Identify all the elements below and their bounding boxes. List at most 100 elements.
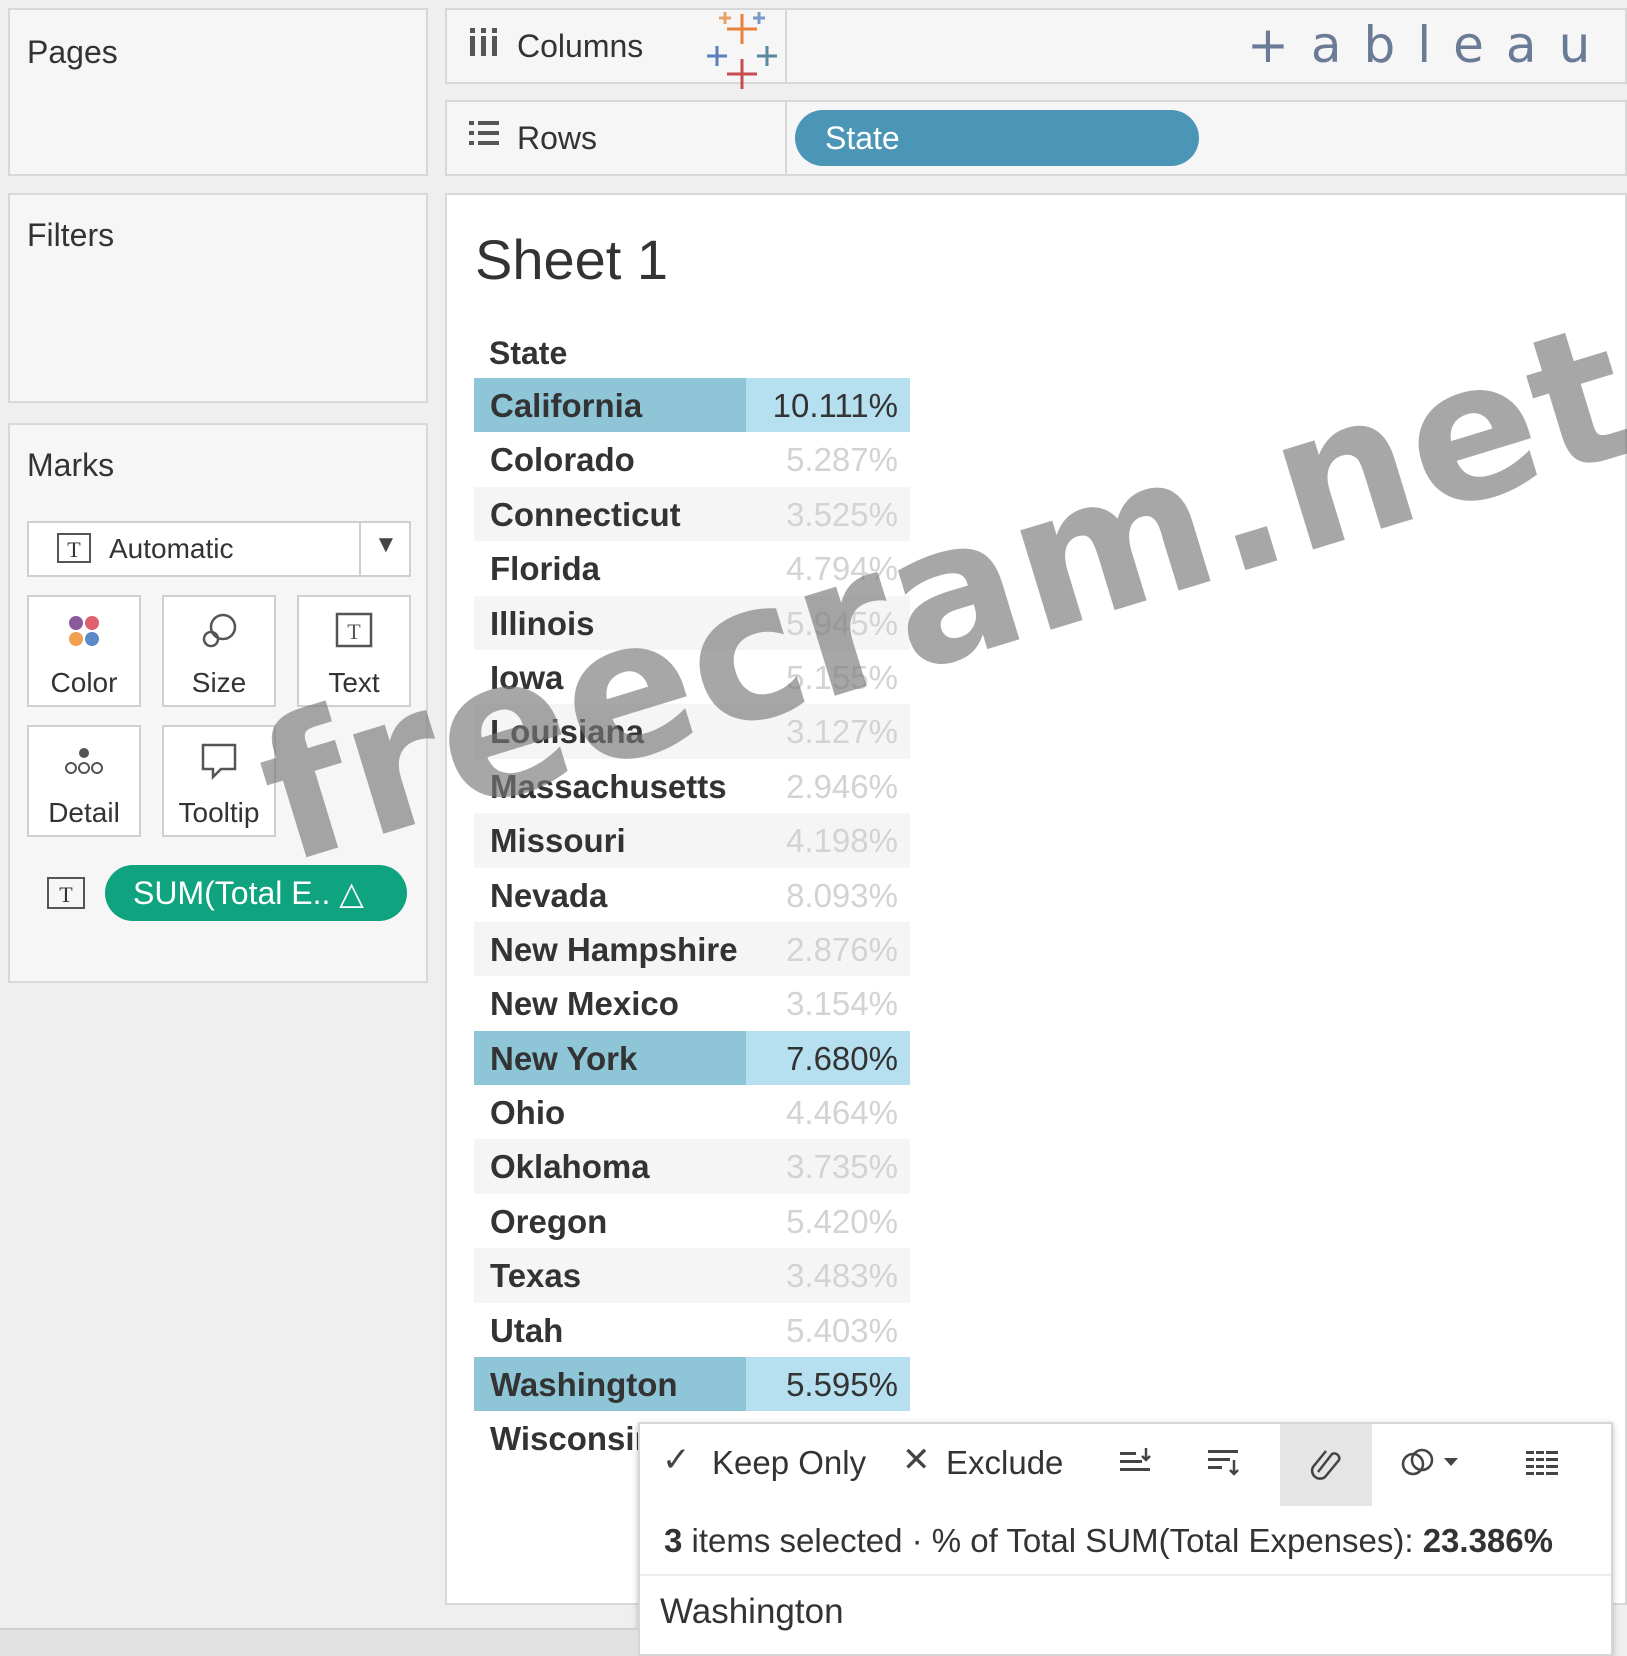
tooltip-hover-name: Washington bbox=[660, 1592, 844, 1631]
state-name-cell[interactable]: Oregon bbox=[490, 1203, 607, 1241]
percent-value-cell[interactable]: 4.198% bbox=[786, 822, 898, 860]
marks-title: Marks bbox=[27, 447, 115, 483]
view-data-icon[interactable] bbox=[1524, 1448, 1560, 1487]
table-row[interactable]: Missouri 4.198% bbox=[474, 813, 910, 868]
percent-value-cell[interactable]: 5.420% bbox=[786, 1203, 898, 1241]
state-name-cell[interactable]: Connecticut bbox=[490, 496, 681, 534]
percent-value-cell[interactable]: 5.287% bbox=[786, 441, 898, 479]
percent-value-cell[interactable]: 3.735% bbox=[786, 1148, 898, 1186]
percent-value-cell[interactable]: 10.111% bbox=[773, 387, 898, 425]
percent-value-cell[interactable]: 3.127% bbox=[786, 713, 898, 751]
table-row[interactable]: Florida 4.794% bbox=[474, 541, 910, 596]
exclude-button[interactable]: Exclude bbox=[946, 1444, 1063, 1482]
percent-value-cell[interactable]: 2.876% bbox=[786, 931, 898, 969]
state-name-cell[interactable]: New Mexico bbox=[490, 985, 679, 1023]
table-row[interactable]: Ohio 4.464% bbox=[474, 1085, 910, 1140]
selected-count: 3 bbox=[664, 1522, 683, 1559]
state-name-cell[interactable]: New Hampshire bbox=[490, 931, 738, 969]
pages-title: Pages bbox=[27, 34, 118, 70]
rows-shelf[interactable]: Rows State bbox=[445, 100, 1627, 176]
table-row[interactable]: Massachusetts 2.946% bbox=[474, 758, 910, 814]
percent-value-cell[interactable]: 7.680% bbox=[786, 1040, 898, 1078]
tooltip-label: Tooltip bbox=[178, 797, 260, 828]
table-row[interactable]: Connecticut 3.525% bbox=[474, 486, 910, 542]
size-icon bbox=[164, 611, 274, 651]
table-row[interactable]: Oregon 5.420% bbox=[474, 1193, 910, 1249]
set-icon[interactable] bbox=[1400, 1446, 1470, 1489]
percent-value-cell[interactable]: 3.154% bbox=[786, 985, 898, 1023]
table-row[interactable]: Oklahoma 3.735% bbox=[474, 1139, 910, 1194]
percent-value-cell[interactable]: 5.155% bbox=[786, 659, 898, 697]
measure-pill[interactable]: SUM(Total E.. △ bbox=[105, 865, 407, 921]
columns-icon bbox=[467, 24, 501, 68]
percent-value-cell[interactable]: 5.595% bbox=[786, 1366, 898, 1404]
state-name-cell[interactable]: Illinois bbox=[490, 605, 595, 643]
tooltip-toolbar: ✓ Keep Only ✕ Exclude bbox=[640, 1424, 1611, 1510]
percent-value-cell[interactable]: 8.093% bbox=[786, 877, 898, 915]
paperclip-icon[interactable] bbox=[1308, 1446, 1344, 1489]
table-row[interactable]: Nevada 8.093% bbox=[474, 867, 910, 922]
state-name-cell[interactable]: Texas bbox=[490, 1257, 581, 1295]
rows-shelf-label: Rows bbox=[447, 102, 787, 174]
sheet-view[interactable]: Sheet 1 State California 10.111% Colorado 5… bbox=[445, 193, 1627, 1605]
table-row[interactable]: California 10.111% bbox=[474, 378, 910, 433]
sort-descending-icon[interactable] bbox=[1206, 1446, 1242, 1487]
text-button[interactable]: T Text bbox=[297, 595, 411, 707]
state-name-cell[interactable]: Iowa bbox=[490, 659, 563, 697]
table-row[interactable]: Washington 5.595% bbox=[474, 1357, 910, 1412]
table-row[interactable]: New Mexico 3.154% bbox=[474, 976, 910, 1031]
state-name-cell[interactable]: California bbox=[490, 387, 642, 425]
columns-shelf[interactable]: Columns +ableau bbox=[445, 8, 1627, 89]
mark-type-dropdown[interactable]: T Automatic ▼ bbox=[27, 521, 411, 577]
tooltip-button[interactable]: Tooltip bbox=[162, 725, 276, 837]
percent-value-cell[interactable]: 2.946% bbox=[786, 768, 898, 806]
table-row[interactable]: Illinois 5.945% bbox=[474, 595, 910, 650]
percent-value-cell[interactable]: 4.794% bbox=[786, 550, 898, 588]
state-name-cell[interactable]: New York bbox=[490, 1040, 637, 1078]
state-name-cell[interactable]: Wisconsin bbox=[490, 1420, 655, 1458]
rows-label: Rows bbox=[517, 120, 598, 156]
color-button[interactable]: Color bbox=[27, 595, 141, 707]
close-icon: ✕ bbox=[902, 1441, 931, 1479]
table-row[interactable]: Louisiana 3.127% bbox=[474, 704, 910, 759]
selection-summary-text: items selected · % of Total SUM(Total Ex… bbox=[682, 1522, 1423, 1559]
keep-only-button[interactable]: Keep Only bbox=[712, 1444, 866, 1482]
state-name-cell[interactable]: Ohio bbox=[490, 1094, 565, 1132]
tableau-wordmark: +ableau bbox=[1247, 16, 1613, 74]
table-row[interactable]: Texas 3.483% bbox=[474, 1248, 910, 1303]
size-button[interactable]: Size bbox=[162, 595, 276, 707]
state-rows-pill[interactable]: State bbox=[795, 110, 1199, 166]
percent-value-cell[interactable]: 5.403% bbox=[786, 1312, 898, 1350]
text-icon: T bbox=[299, 611, 409, 651]
table-row[interactable]: Utah 5.403% bbox=[474, 1302, 910, 1358]
percent-value-cell[interactable]: 4.464% bbox=[786, 1094, 898, 1132]
state-name-cell[interactable]: Washington bbox=[490, 1366, 678, 1404]
table-row[interactable]: Iowa 5.155% bbox=[474, 649, 910, 705]
state-name-cell[interactable]: Missouri bbox=[490, 822, 626, 860]
detail-button[interactable]: Detail bbox=[27, 725, 141, 837]
table-row[interactable]: New Hampshire 2.876% bbox=[474, 921, 910, 977]
sheet-tabs-strip[interactable] bbox=[0, 1628, 638, 1656]
selected-total: 23.386% bbox=[1422, 1522, 1553, 1559]
table-row[interactable]: New York 7.680% bbox=[474, 1030, 910, 1086]
state-name-cell[interactable]: Florida bbox=[490, 550, 600, 588]
state-name-cell[interactable]: Nevada bbox=[490, 877, 607, 915]
state-name-cell[interactable]: Utah bbox=[490, 1312, 563, 1350]
state-name-cell[interactable]: Massachusetts bbox=[490, 768, 727, 806]
color-label: Color bbox=[50, 667, 118, 698]
rows-icon bbox=[467, 118, 501, 158]
state-name-cell[interactable]: Louisiana bbox=[490, 713, 644, 751]
percent-value-cell[interactable]: 3.525% bbox=[786, 496, 898, 534]
state-column-header[interactable]: State bbox=[489, 335, 567, 372]
percent-value-cell[interactable]: 3.483% bbox=[786, 1257, 898, 1295]
sort-ascending-icon[interactable] bbox=[1118, 1446, 1154, 1487]
state-name-cell[interactable]: Colorado bbox=[490, 441, 635, 479]
filters-panel[interactable]: Filters bbox=[8, 193, 428, 403]
state-name-cell[interactable]: Oklahoma bbox=[490, 1148, 650, 1186]
text-encoding-icon: T bbox=[47, 877, 85, 909]
check-icon: ✓ bbox=[662, 1441, 691, 1479]
percent-value-cell[interactable]: 5.945% bbox=[786, 605, 898, 643]
pages-panel[interactable]: Pages bbox=[8, 8, 428, 176]
table-row[interactable]: Colorado 5.287% bbox=[474, 432, 910, 487]
chevron-down-icon[interactable]: ▼ bbox=[374, 531, 398, 559]
